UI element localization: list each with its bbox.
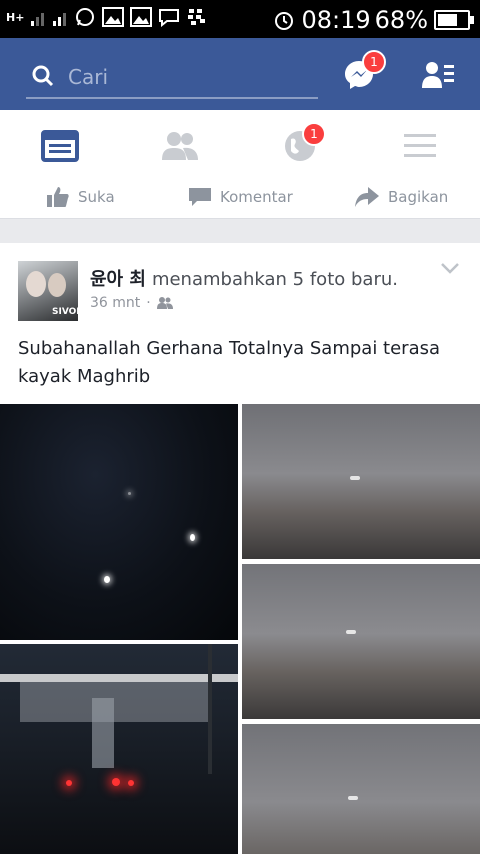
bbm-icon: [188, 9, 206, 25]
post-photo-4[interactable]: [0, 644, 238, 854]
post-actions-row: Suka Komentar Bagikan: [0, 182, 480, 219]
status-right: 08:19 68%: [273, 6, 474, 34]
friend-requests-icon: [422, 62, 454, 88]
menu-icon: [404, 134, 436, 157]
post-photo-2[interactable]: [242, 404, 480, 559]
alarm-icon: [275, 12, 294, 30]
search-bar[interactable]: [26, 59, 318, 99]
tab-menu[interactable]: [390, 124, 450, 168]
tab-news-feed[interactable]: [30, 124, 90, 168]
share-label: Bagikan: [388, 188, 449, 206]
post-header: 윤아 최 menambahkan 5 foto baru.: [90, 265, 398, 291]
share-button[interactable]: Bagikan: [354, 186, 448, 208]
search-icon[interactable]: [32, 65, 54, 87]
tab-notifications[interactable]: 1: [270, 122, 330, 168]
status-left: H+: [6, 6, 208, 28]
signal-2-icon: [53, 13, 67, 26]
author-name[interactable]: 윤아 최: [90, 269, 146, 290]
comment-label: Komentar: [220, 188, 293, 206]
battery-icon: [434, 10, 474, 30]
post-photo-3[interactable]: [242, 564, 480, 719]
like-button[interactable]: Suka: [46, 186, 115, 208]
chevron-down-icon[interactable]: [440, 261, 460, 275]
friend-requests-button[interactable]: [420, 60, 456, 90]
messages-badge: 1: [362, 50, 386, 74]
feed-divider: [0, 219, 480, 243]
status-bar: H+ 08:19 68%: [0, 0, 480, 38]
messenger-button[interactable]: 1: [342, 50, 386, 92]
post-meta: 36 mnt ·: [90, 295, 173, 311]
thumbs-up-icon: [47, 187, 69, 207]
friends-icon: [162, 132, 198, 160]
share-icon: [355, 187, 379, 207]
post-photo-5[interactable]: [242, 724, 480, 854]
friends-icon: [156, 297, 173, 309]
post-action-text: menambahkan 5 foto baru.: [151, 269, 398, 290]
news-feed-icon: [41, 130, 79, 162]
comment-icon: [189, 188, 211, 206]
nav-tabs: 1: [0, 110, 480, 183]
meta-dot: ·: [146, 295, 151, 311]
tab-friends[interactable]: [150, 124, 210, 168]
chat-icon: [159, 9, 180, 27]
feed-post: SIVON 윤아 최menambahkan 5 foto baru. 36 mn…: [0, 243, 480, 854]
comment-button[interactable]: Komentar: [188, 186, 293, 208]
notifications-badge: 1: [302, 122, 326, 146]
top-bar: 1: [0, 38, 480, 110]
post-time[interactable]: 36 mnt: [90, 295, 140, 311]
gallery-2-icon: [130, 7, 153, 27]
author-avatar[interactable]: SIVON: [18, 261, 78, 321]
search-input[interactable]: [66, 63, 310, 91]
whatsapp-icon: [76, 8, 95, 26]
post-photo-1[interactable]: [0, 404, 238, 640]
network-type: H+: [6, 10, 25, 24]
like-label: Suka: [78, 188, 115, 206]
signal-icon: [31, 13, 45, 26]
battery-percent: 68%: [374, 6, 428, 34]
post-caption: Subahanallah Gerhana Totalnya Sampai ter…: [18, 338, 441, 387]
gallery-icon: [102, 7, 125, 27]
clock: 08:19: [301, 6, 371, 34]
